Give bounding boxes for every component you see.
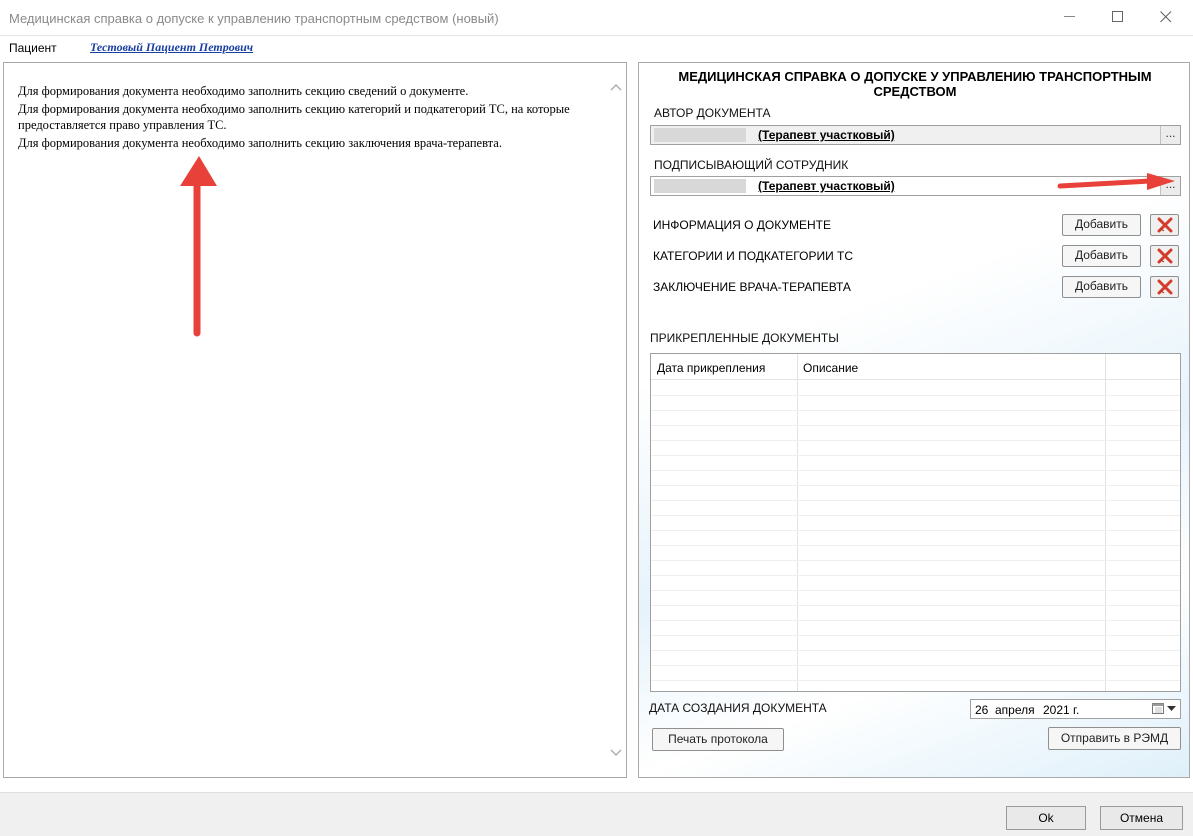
minimize-icon <box>1064 16 1075 17</box>
table-header: Дата прикрепления Описание <box>651 354 1180 380</box>
maximize-button[interactable] <box>1095 0 1141 34</box>
redacted-name <box>654 128 746 142</box>
send-remd-button[interactable]: Отправить в РЭМД <box>1048 727 1181 750</box>
column-header-attach-date[interactable]: Дата прикрепления <box>657 361 765 375</box>
cancel-button[interactable]: Отмена <box>1100 806 1183 830</box>
ok-button[interactable]: Ok <box>1006 806 1086 830</box>
title-bar: Медицинская справка о допуске к управлен… <box>0 0 1193 36</box>
section-label-document-info: ИНФОРМАЦИЯ О ДОКУМЕНТЕ <box>653 218 831 232</box>
column-header-description[interactable]: Описание <box>803 361 858 375</box>
close-icon <box>1160 11 1172 23</box>
creation-date-label: ДАТА СОЗДАНИЯ ДОКУМЕНТА <box>649 701 827 715</box>
document-panel: МЕДИЦИНСКАЯ СПРАВКА О ДОПУСКЕ У УПРАВЛЕН… <box>638 62 1190 778</box>
signer-label: ПОДПИСЫВАЮЩИЙ СОТРУДНИК <box>654 158 849 172</box>
delete-icon <box>1157 217 1172 233</box>
print-protocol-button[interactable]: Печать протокола <box>652 728 784 751</box>
maximize-icon <box>1112 11 1123 22</box>
patient-label: Пациент <box>9 41 57 55</box>
author-lookup-button[interactable]: ... <box>1160 126 1180 144</box>
scroll-down-icon[interactable] <box>608 745 624 761</box>
date-day: 26 <box>975 703 989 717</box>
delete-therapist-conclusion-button[interactable] <box>1150 276 1179 298</box>
delete-icon <box>1157 279 1172 295</box>
author-label: АВТОР ДОКУМЕНТА <box>654 106 771 120</box>
delete-icon <box>1157 248 1172 264</box>
add-therapist-conclusion-button[interactable]: Добавить <box>1062 276 1141 298</box>
patient-name-link[interactable]: Тестовый Пациент Петрович <box>90 40 253 55</box>
delete-categories-button[interactable] <box>1150 245 1179 267</box>
signer-lookup-button[interactable]: ... <box>1160 177 1180 195</box>
section-label-therapist-conclusion: ЗАКЛЮЧЕНИЕ ВРАЧА-ТЕРАПЕВТА <box>653 280 851 294</box>
signer-value: (Терапевт участковый) <box>758 179 895 193</box>
close-button[interactable] <box>1143 0 1189 34</box>
vertical-scrollbar[interactable] <box>608 65 624 775</box>
validation-messages: Для формирования документа необходимо за… <box>18 83 598 153</box>
chevron-down-icon <box>1167 705 1176 711</box>
delete-document-info-button[interactable] <box>1150 214 1179 236</box>
patient-bar: Пациент Тестовый Пациент Петрович <box>0 36 1193 60</box>
validation-messages-panel: Для формирования документа необходимо за… <box>3 62 627 778</box>
validation-message: Для формирования документа необходимо за… <box>18 84 469 98</box>
dialog-footer: Ok Отмена <box>0 792 1193 836</box>
window-title: Медицинская справка о допуске к управлен… <box>9 11 499 26</box>
creation-date-picker[interactable]: 26 апреля 2021 г. <box>970 699 1181 719</box>
calendar-dropdown-button[interactable] <box>1152 702 1176 715</box>
scroll-up-icon[interactable] <box>608 79 624 95</box>
date-month: апреля <box>995 703 1035 717</box>
document-heading: МЕДИЦИНСКАЯ СПРАВКА О ДОПУСКЕ У УПРАВЛЕН… <box>678 69 1152 99</box>
section-label-categories: КАТЕГОРИИ И ПОДКАТЕГОРИИ ТС <box>653 249 854 263</box>
author-field[interactable]: (Терапевт участковый) ... <box>650 125 1181 145</box>
validation-message: Для формирования документа необходимо за… <box>18 102 570 132</box>
signer-field[interactable]: (Терапевт участковый) ... <box>650 176 1181 196</box>
add-categories-button[interactable]: Добавить <box>1062 245 1141 267</box>
redacted-name <box>654 179 746 193</box>
attached-documents-label: ПРИКРЕПЛЕННЫЕ ДОКУМЕНТЫ <box>650 331 839 345</box>
calendar-icon <box>1152 703 1164 714</box>
date-year: 2021 г. <box>1043 703 1080 717</box>
author-value: (Терапевт участковый) <box>758 128 895 142</box>
validation-message: Для формирования документа необходимо за… <box>18 136 502 150</box>
add-document-info-button[interactable]: Добавить <box>1062 214 1141 236</box>
attached-documents-table[interactable]: Дата прикрепления Описание <box>650 353 1181 692</box>
minimize-button[interactable] <box>1047 0 1093 34</box>
